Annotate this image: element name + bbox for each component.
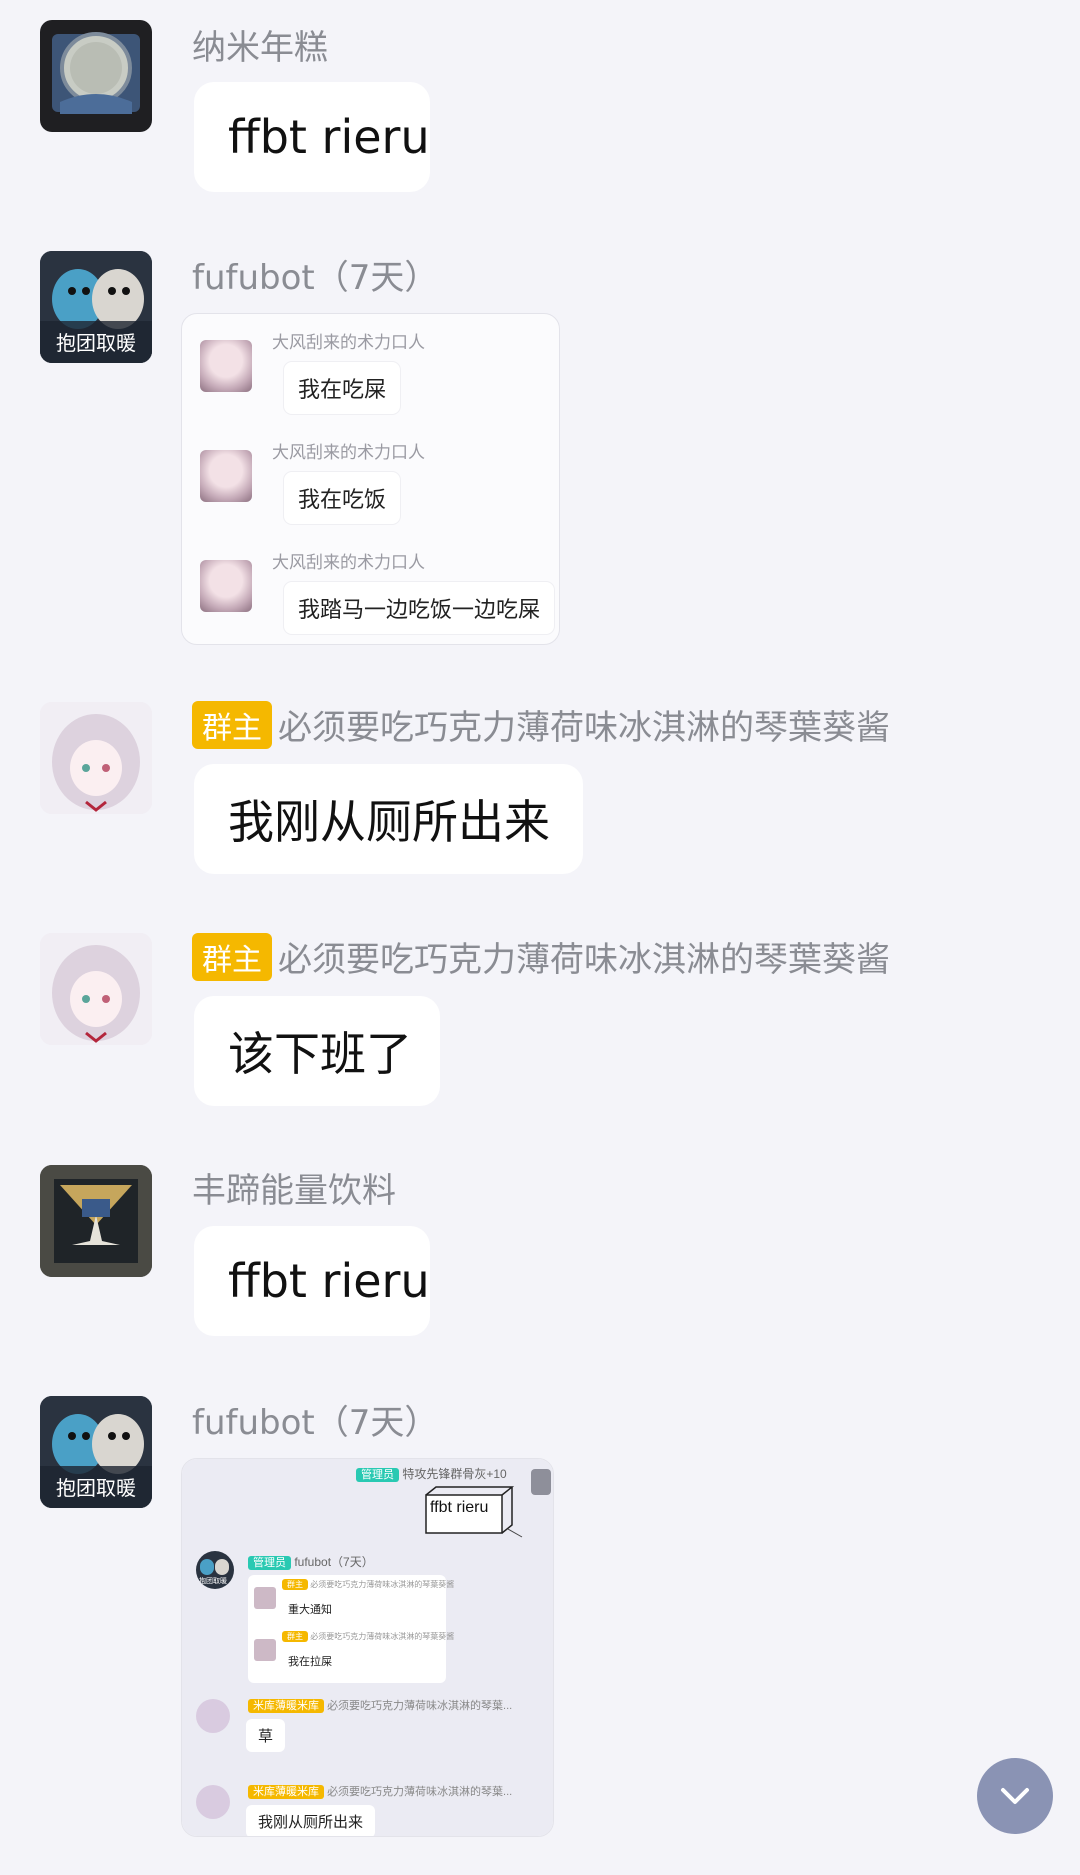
nested-text: 我在拉屎 xyxy=(288,1656,332,1668)
sender-name: 群主 必须要吃巧克力薄荷味冰淇淋的琴葉葵酱 xyxy=(192,700,890,749)
nested-sender-name: 必须要吃巧克力薄荷味冰淇淋的琴葉葵酱 xyxy=(310,1632,455,1641)
nested-sender: 群主 必须要吃巧克力薄荷味冰淇淋的琴葉葵酱 xyxy=(282,1631,454,1642)
sender-name: fufubot（7天） xyxy=(192,258,439,298)
screenshot-top-name: 特攻先锋群骨灰+10 xyxy=(402,1467,507,1481)
message-bubble[interactable]: 该下班了 xyxy=(194,996,440,1106)
avatar[interactable]: 抱团取暖 xyxy=(40,1396,152,1508)
forwarded-text: 我在吃屎 xyxy=(284,362,401,414)
nested-sender-name: 必须要吃巧克力薄荷味冰淇淋的琴葉葵酱 xyxy=(310,1580,455,1589)
owner-badge: 群主 xyxy=(282,1579,308,1590)
screenshot-image[interactable]: 管理员 特攻先锋群骨灰+10 ffbt rieru 抱团取暖 管理员 fufub… xyxy=(181,1458,554,1837)
avatar xyxy=(196,1699,230,1733)
admin-badge: 管理员 xyxy=(356,1468,399,1482)
sender-name: 丰蹄能量饮料 xyxy=(192,1171,396,1211)
nested-forwarded-card: 群主 必须要吃巧克力薄荷味冰淇淋的琴葉葵酱 重大通知 群主 必须要吃巧克力薄荷味… xyxy=(248,1575,454,1683)
avatar xyxy=(254,1587,276,1609)
screenshot-bot-name: fufubot（7天） xyxy=(294,1555,374,1569)
forwarded-sender: 大风刮来的术力口人 xyxy=(272,333,425,353)
forwarded-sender: 大风刮来的术力口人 xyxy=(272,443,425,463)
sender-name-text: 必须要吃巧克力薄荷味冰淇淋的琴葉葵酱 xyxy=(278,708,890,748)
avatar-label: 抱团取暖 xyxy=(199,1578,227,1585)
reply-sender-name: 必须要吃巧克力薄荷味冰淇淋的琴葉... xyxy=(327,1786,513,1798)
forwarded-text: 我踏马一边吃饭一边吃屎 xyxy=(284,582,555,634)
reply-sender-name: 必须要吃巧克力薄荷味冰淇淋的琴葉... xyxy=(327,1700,513,1712)
forwarded-record-card[interactable]: 大风刮来的术力口人 我在吃屎 大风刮来的术力口人 我在吃饭 大风刮来的术力口人 … xyxy=(181,313,560,645)
avatar: 抱团取暖 xyxy=(196,1551,234,1589)
forwarded-sender: 大风刮来的术力口人 xyxy=(272,553,425,573)
sender-name: fufubot（7天） xyxy=(192,1403,439,1443)
admin-badge: 管理员 xyxy=(248,1556,291,1570)
sender-name-text: 必须要吃巧克力薄荷味冰淇淋的琴葉葵酱 xyxy=(278,940,890,980)
avatar xyxy=(200,560,252,612)
avatar xyxy=(196,1785,230,1819)
message-bubble[interactable]: ffbt rieru xyxy=(194,82,430,192)
avatar xyxy=(200,450,252,502)
avatar xyxy=(531,1469,551,1495)
chevron-down-icon xyxy=(1001,1788,1029,1804)
sender-name: 纳米年糕 xyxy=(192,28,328,68)
forwarded-text: 我在吃饭 xyxy=(284,472,401,524)
avatar[interactable]: 抱团取暖 xyxy=(40,251,152,363)
message-bubble[interactable]: 我刚从厕所出来 xyxy=(194,764,583,874)
sender-name: 群主 必须要吃巧克力薄荷味冰淇淋的琴葉葵酱 xyxy=(192,932,890,981)
box-text: ffbt rieru xyxy=(430,1499,489,1516)
owner-badge: 群主 xyxy=(192,932,272,981)
moon-plate-icon xyxy=(52,32,140,114)
owner-badge: 群主 xyxy=(192,700,272,749)
avatar-label: 抱团取暖 xyxy=(56,331,136,355)
avatar-label: 抱团取暖 xyxy=(56,1476,136,1500)
avatar[interactable] xyxy=(40,702,152,814)
reply-sender: 米库薄暖米库 必须要吃巧克力薄荷味冰淇淋的琴葉... xyxy=(248,1783,512,1799)
avatar xyxy=(200,340,252,392)
anime-girl-avatar-icon xyxy=(40,933,152,1045)
abstract-figure-icon xyxy=(40,1165,152,1277)
scroll-to-bottom-button[interactable] xyxy=(977,1758,1053,1834)
message-bubble[interactable]: ffbt rieru xyxy=(194,1226,430,1336)
owner-badge: 米库薄暖米库 xyxy=(248,1785,324,1799)
avatar xyxy=(254,1639,276,1661)
nested-text: 重大通知 xyxy=(288,1604,332,1616)
screenshot-content: 管理员 特攻先锋群骨灰+10 ffbt rieru 抱团取暖 管理员 fufub… xyxy=(182,1459,553,1836)
reply-sender: 米库薄暖米库 必须要吃巧克力薄荷味冰淇淋的琴葉... xyxy=(248,1697,512,1713)
nested-sender: 群主 必须要吃巧克力薄荷味冰淇淋的琴葉葵酱 xyxy=(282,1579,454,1590)
owner-badge: 群主 xyxy=(282,1631,308,1642)
anime-girl-avatar-icon xyxy=(40,702,152,814)
owner-badge: 米库薄暖米库 xyxy=(248,1699,324,1713)
avatar[interactable] xyxy=(40,1165,152,1277)
avatar[interactable] xyxy=(40,933,152,1045)
reply-bubble: 我刚从厕所出来 xyxy=(246,1805,376,1836)
screenshot-bot-sender: 管理员 fufubot（7天） xyxy=(248,1553,374,1570)
screenshot-top-sender: 管理员 特攻先锋群骨灰+10 xyxy=(356,1465,507,1482)
reply-bubble: 草 xyxy=(246,1719,286,1752)
avatar[interactable] xyxy=(40,20,152,132)
